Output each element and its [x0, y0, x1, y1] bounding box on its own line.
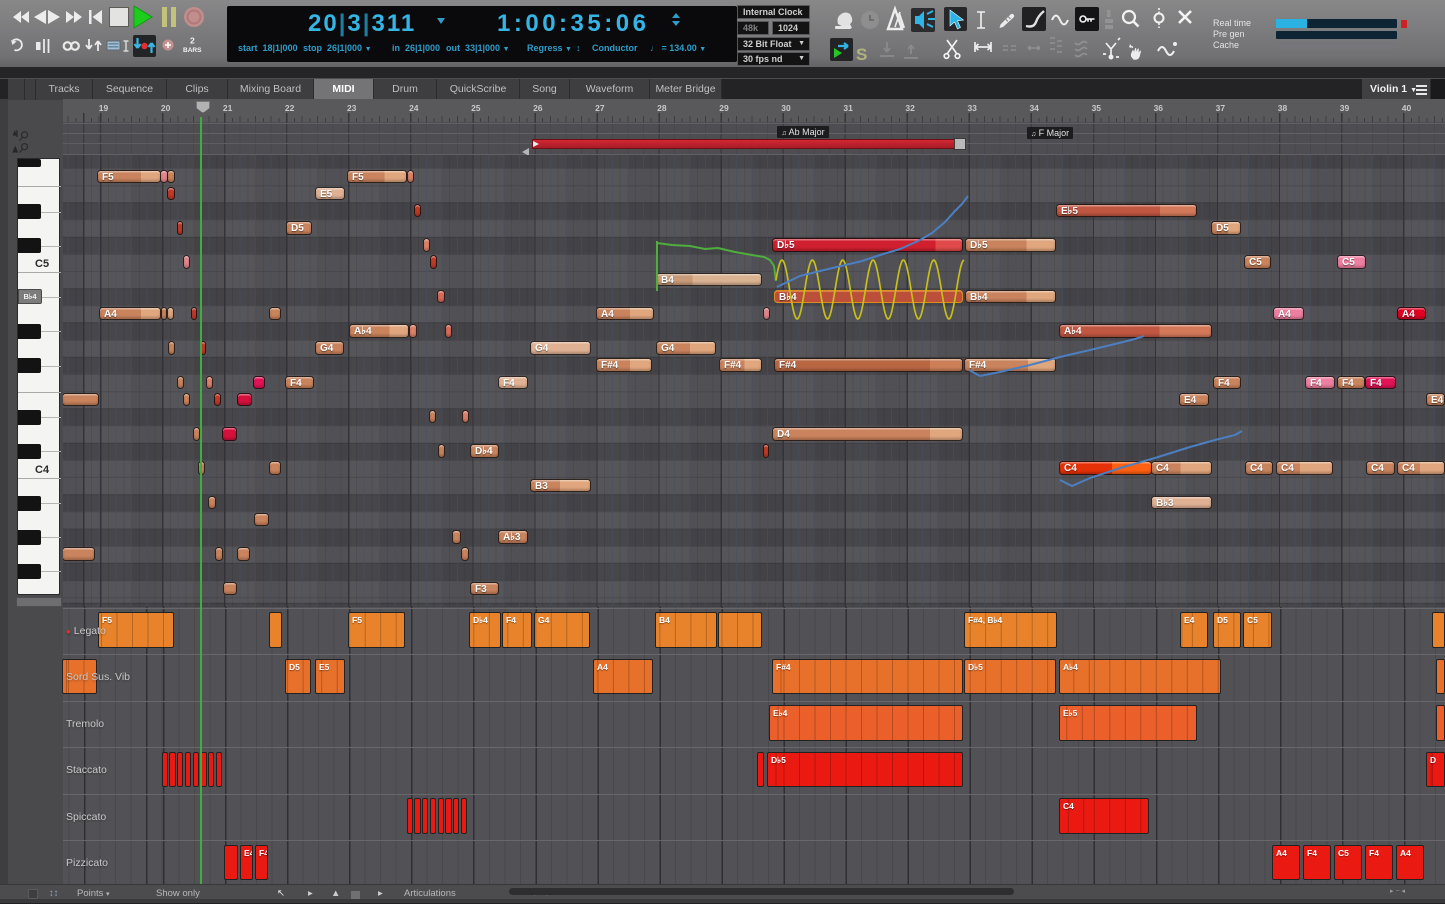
svg-text:S: S — [856, 45, 867, 64]
svg-text:BARS: BARS — [183, 47, 202, 54]
svg-text:2: 2 — [190, 36, 195, 46]
